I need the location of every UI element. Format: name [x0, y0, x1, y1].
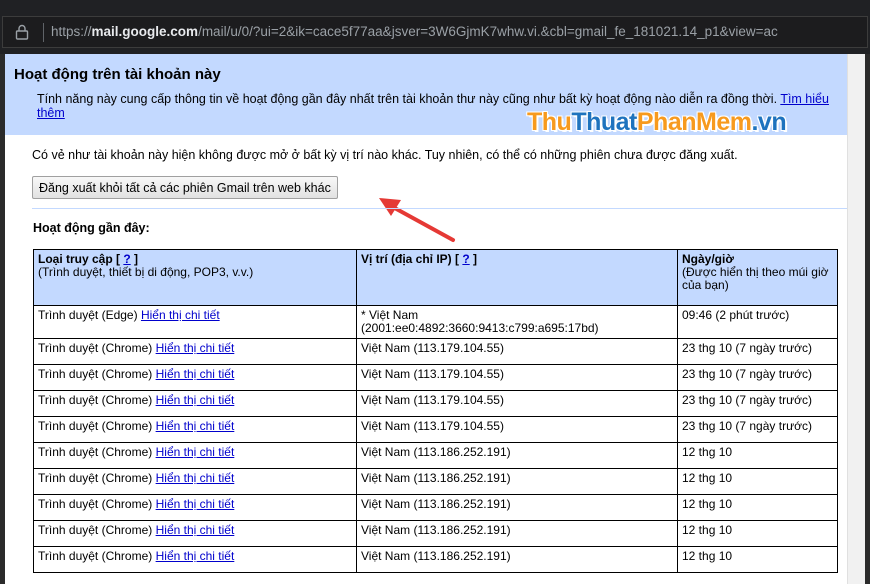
datetime-cell: 23 thg 10 (7 ngày trước) — [677, 364, 838, 391]
table-row: Trình duyệt (Chrome) Hiển thị chi tiết Vi… — [33, 338, 838, 365]
location-text: Việt Nam (113.179.104.55) — [361, 367, 504, 381]
access-type-cell: Trình duyệt (Chrome) Hiển thị chi tiết — [33, 520, 357, 547]
page-content: Hoạt động trên tài khoản này Tính năng n… — [0, 54, 870, 584]
page-title: Hoạt động trên tài khoản này — [14, 66, 221, 83]
location-help-link[interactable]: ? — [462, 252, 469, 266]
show-details-link[interactable]: Hiển thị chi tiết — [156, 419, 235, 433]
location-text: Việt Nam (113.186.252.191) — [361, 497, 511, 511]
recent-activity-heading: Hoạt động gần đây: — [33, 221, 150, 235]
datetime-cell: 12 thg 10 — [677, 468, 838, 495]
access-type-text: Trình duyệt (Chrome) — [38, 445, 153, 459]
show-details-link[interactable]: Hiển thị chi tiết — [156, 445, 235, 459]
table-header-row: Loại truy cập [ ? ] (Trình duyệt, thiết … — [33, 249, 838, 306]
show-details-link[interactable]: Hiển thị chi tiết — [156, 549, 235, 563]
show-details-link[interactable]: Hiển thị chi tiết — [156, 497, 235, 511]
access-type-text: Trình duyệt (Chrome) — [38, 393, 153, 407]
location-cell: Việt Nam (113.179.104.55) — [356, 390, 678, 417]
table-row: Trình duyệt (Chrome) Hiển thị chi tiết Vi… — [33, 468, 838, 495]
access-type-text: Trình duyệt (Chrome) — [38, 497, 153, 511]
table-row: Trình duyệt (Edge) Hiển thị chi tiết * Vi… — [33, 305, 838, 339]
datetime-cell: 12 thg 10 — [677, 520, 838, 547]
table-row: Trình duyệt (Chrome) Hiển thị chi tiết Vi… — [33, 546, 838, 573]
location-text: Việt Nam (113.179.104.55) — [361, 393, 504, 407]
location-cell: Việt Nam (113.179.104.55) — [356, 416, 678, 443]
datetime-cell: 12 thg 10 — [677, 546, 838, 573]
datetime-cell: 23 thg 10 (7 ngày trước) — [677, 416, 838, 443]
show-details-link[interactable]: Hiển thị chi tiết — [156, 393, 235, 407]
col-header-access-type: Loại truy cập [ ? ] (Trình duyệt, thiết … — [33, 249, 357, 306]
location-cell: Việt Nam (113.186.252.191) — [356, 494, 678, 521]
show-details-link[interactable]: Hiển thị chi tiết — [156, 367, 235, 381]
show-details-link[interactable]: Hiển thị chi tiết — [141, 308, 220, 322]
location-text: Việt Nam (113.179.104.55) — [361, 419, 504, 433]
location-text: Việt Nam (113.179.104.55) — [361, 341, 504, 355]
access-type-cell: Trình duyệt (Chrome) Hiển thị chi tiết — [33, 364, 357, 391]
browser-window: https://mail.google.com/mail/u/0/?ui=2&i… — [0, 0, 870, 584]
session-notice: Có vẻ như tài khoản này hiện không được … — [32, 148, 738, 162]
access-type-text: Trình duyệt (Chrome) — [38, 367, 153, 381]
activity-table: Loại truy cập [ ? ] (Trình duyệt, thiết … — [33, 249, 838, 573]
scrollbar[interactable] — [847, 54, 865, 584]
location-cell: Việt Nam (113.179.104.55) — [356, 338, 678, 365]
show-details-link[interactable]: Hiển thị chi tiết — [156, 341, 235, 355]
table-row: Trình duyệt (Chrome) Hiển thị chi tiết Vi… — [33, 442, 838, 469]
table-row: Trình duyệt (Chrome) Hiển thị chi tiết Vi… — [33, 416, 838, 443]
location-cell: Việt Nam (113.186.252.191) — [356, 520, 678, 547]
table-row: Trình duyệt (Chrome) Hiển thị chi tiết Vi… — [33, 520, 838, 547]
url-text[interactable]: https://mail.google.com/mail/u/0/?ui=2&i… — [51, 24, 861, 39]
datetime-cell: 23 thg 10 (7 ngày trước) — [677, 338, 838, 365]
location-text: Việt Nam (113.186.252.191) — [361, 445, 511, 459]
access-type-cell: Trình duyệt (Chrome) Hiển thị chi tiết — [33, 416, 357, 443]
access-type-cell: Trình duyệt (Chrome) Hiển thị chi tiết — [33, 468, 357, 495]
datetime-cell: 12 thg 10 — [677, 494, 838, 521]
location-cell: Việt Nam (113.186.252.191) — [356, 546, 678, 573]
location-text: Việt Nam (113.186.252.191) — [361, 549, 511, 563]
window-edge-right — [865, 54, 870, 584]
lock-icon — [15, 24, 29, 40]
access-type-text: Trình duyệt (Edge) — [38, 308, 138, 322]
url-separator — [43, 23, 44, 42]
access-type-cell: Trình duyệt (Chrome) Hiển thị chi tiết — [33, 338, 357, 365]
access-type-help-link[interactable]: ? — [123, 252, 130, 266]
datetime-cell: 12 thg 10 — [677, 442, 838, 469]
location-text: Việt Nam (113.186.252.191) — [361, 523, 511, 537]
activity-page: Hoạt động trên tài khoản này Tính năng n… — [5, 54, 865, 584]
col-header-datetime: Ngày/giờ (Được hiển thị theo múi giờ của… — [677, 249, 838, 306]
access-type-cell: Trình duyệt (Chrome) Hiển thị chi tiết — [33, 390, 357, 417]
datetime-cell: 09:46 (2 phút trước) — [677, 305, 838, 339]
arrow-icon — [379, 198, 455, 242]
access-type-text: Trình duyệt (Chrome) — [38, 549, 153, 563]
section-divider — [32, 208, 847, 209]
access-type-cell: Trình duyệt (Chrome) Hiển thị chi tiết — [33, 442, 357, 469]
location-cell: Việt Nam (113.186.252.191) — [356, 468, 678, 495]
location-text: * Việt Nam — [361, 308, 419, 322]
datetime-cell: 23 thg 10 (7 ngày trước) — [677, 390, 838, 417]
location-text: Việt Nam (113.186.252.191) — [361, 471, 511, 485]
ip-address-text: (2001:ee0:4892:3660:9413:c799:a695:17bd) — [361, 321, 599, 335]
location-cell: Việt Nam (113.186.252.191) — [356, 442, 678, 469]
sign-out-all-sessions-button[interactable]: Đăng xuất khỏi tất cả các phiên Gmail tr… — [32, 176, 338, 199]
access-type-cell: Trình duyệt (Chrome) Hiển thị chi tiết — [33, 546, 357, 573]
table-row: Trình duyệt (Chrome) Hiển thị chi tiết Vi… — [33, 390, 838, 417]
access-type-cell: Trình duyệt (Edge) Hiển thị chi tiết — [33, 305, 357, 339]
access-type-text: Trình duyệt (Chrome) — [38, 471, 153, 485]
access-type-text: Trình duyệt (Chrome) — [38, 341, 153, 355]
watermark-logo: ThuThuatPhanMem.vn — [527, 108, 787, 136]
table-row: Trình duyệt (Chrome) Hiển thị chi tiết Vi… — [33, 494, 838, 521]
url-field[interactable]: https://mail.google.com/mail/u/0/?ui=2&i… — [2, 16, 868, 48]
table-row: Trình duyệt (Chrome) Hiển thị chi tiết Vi… — [33, 364, 838, 391]
col-header-location: Vị trí (địa chỉ IP) [ ? ] — [356, 249, 678, 306]
browser-address-bar: https://mail.google.com/mail/u/0/?ui=2&i… — [0, 0, 870, 54]
show-details-link[interactable]: Hiển thị chi tiết — [156, 523, 235, 537]
access-type-text: Trình duyệt (Chrome) — [38, 419, 153, 433]
description-text: Tính năng này cung cấp thông tin về hoạt… — [37, 92, 778, 106]
location-cell: * Việt Nam (2001:ee0:4892:3660:9413:c799:… — [356, 305, 678, 339]
show-details-link[interactable]: Hiển thị chi tiết — [156, 471, 235, 485]
access-type-text: Trình duyệt (Chrome) — [38, 523, 153, 537]
access-type-cell: Trình duyệt (Chrome) Hiển thị chi tiết — [33, 494, 357, 521]
activity-rows: Trình duyệt (Edge) Hiển thị chi tiết * Vi… — [33, 305, 838, 573]
location-cell: Việt Nam (113.179.104.55) — [356, 364, 678, 391]
